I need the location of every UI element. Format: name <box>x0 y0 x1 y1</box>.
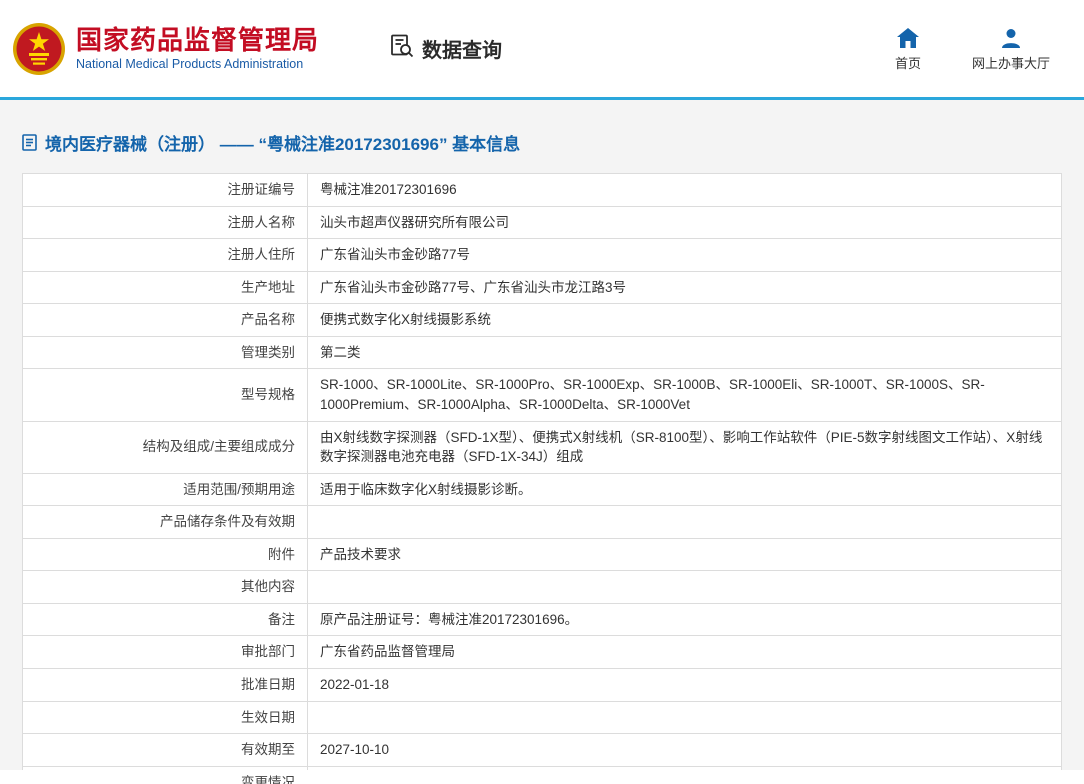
row-value: 汕头市超声仪器研究所有限公司 <box>307 205 1062 240</box>
row-label: 批准日期 <box>22 668 308 702</box>
row-label: 结构及组成/主要组成成分 <box>22 420 308 474</box>
org-name-cn: 国家药品监督管理局 <box>76 24 320 55</box>
row-value: 广东省药品监督管理局 <box>307 635 1062 669</box>
table-row: 备注 原产品注册证号：粤械注准20172301696。 <box>22 602 1062 637</box>
nmpa-emblem-icon <box>12 22 66 76</box>
table-row: 产品名称 便携式数字化X射线摄影系统 <box>22 303 1062 337</box>
user-icon <box>1001 26 1021 48</box>
nav-data-query-label: 数据查询 <box>422 40 503 62</box>
row-value: 粤械注准20172301696 <box>307 173 1062 207</box>
row-value: 由X射线数字探测器（SFD-1X型）、便携式X射线机（SR-8100型）、影响工… <box>307 420 1062 474</box>
org-name-en: National Medical Products Administration <box>76 57 304 72</box>
table-row: 适用范围/预期用途 适用于临床数字化X射线摄影诊断。 <box>22 472 1062 507</box>
row-label: 产品储存条件及有效期 <box>22 505 308 539</box>
nav-service-hall[interactable]: 网上办事大厅 <box>972 26 1050 72</box>
nav-home-label: 首页 <box>894 55 921 71</box>
page-title: 境内医疗器械（注册） —— “粤械注准20172301696” 基本信息 <box>22 130 1062 155</box>
row-value: 广东省汕头市金砂路77号、广东省汕头市龙江路3号 <box>307 270 1062 305</box>
row-label: 产品名称 <box>22 303 308 337</box>
row-value: 2022-01-18 <box>307 668 1062 702</box>
brand[interactable]: 国家药品监督管理局 National Medical Products Admi… <box>12 22 319 76</box>
table-row: 产品储存条件及有效期 <box>22 505 1062 539</box>
row-label: 审批部门 <box>22 635 308 669</box>
row-value: 2027-10-10 <box>307 733 1062 767</box>
row-label: 适用范围/预期用途 <box>22 472 308 507</box>
top-nav: 首页 网上办事大厅 <box>888 26 1050 72</box>
row-label: 注册人住所 <box>22 238 308 272</box>
table-row: 附件 产品技术要求 <box>22 537 1062 572</box>
row-label: 型号规格 <box>22 368 308 422</box>
row-value: 便携式数字化X射线摄影系统 <box>307 303 1062 337</box>
row-label: 有效期至 <box>22 733 308 767</box>
table-row: 结构及组成/主要组成成分 由X射线数字探测器（SFD-1X型）、便携式X射线机（… <box>22 420 1062 474</box>
table-row: 有效期至 2027-10-10 <box>22 733 1062 767</box>
row-label: 生产地址 <box>22 270 308 305</box>
row-value <box>307 570 1062 604</box>
row-value <box>307 700 1062 735</box>
row-label: 注册证编号 <box>22 173 308 207</box>
table-row: 管理类别 第二类 <box>22 335 1062 370</box>
row-value: 适用于临床数字化X射线摄影诊断。 <box>307 472 1062 507</box>
row-label: 注册人名称 <box>22 205 308 240</box>
row-label: 备注 <box>22 602 308 637</box>
table-row: 生产地址 广东省汕头市金砂路77号、广东省汕头市龙江路3号 <box>22 270 1062 305</box>
page-title-text: 境内医疗器械（注册） —— “粤械注准20172301696” 基本信息 <box>45 135 521 154</box>
table-row: 生效日期 <box>22 700 1062 735</box>
document-magnifier-icon <box>389 33 415 65</box>
table-row: 其他内容 <box>22 570 1062 604</box>
org-names: 国家药品监督管理局 National Medical Products Admi… <box>76 24 320 72</box>
table-row: 注册人住所 广东省汕头市金砂路77号 <box>22 238 1062 272</box>
row-value: 广东省汕头市金砂路77号 <box>307 238 1062 272</box>
main-content: 境内医疗器械（注册） —— “粤械注准20172301696” 基本信息 注册证… <box>0 100 1084 784</box>
nav-data-query[interactable]: 数据查询 <box>389 33 502 65</box>
site-header: 国家药品监督管理局 National Medical Products Admi… <box>0 0 1084 97</box>
row-value: 第二类 <box>307 335 1062 370</box>
nav-service-hall-label: 网上办事大厅 <box>971 55 1050 71</box>
document-icon <box>22 134 37 151</box>
home-icon <box>896 26 919 48</box>
table-row: 注册证编号 粤械注准20172301696 <box>22 173 1062 207</box>
row-value: 产品技术要求 <box>307 537 1062 572</box>
row-value: 原产品注册证号：粤械注准20172301696。 <box>307 602 1062 637</box>
registration-info-table: 注册证编号 粤械注准20172301696 注册人名称 汕头市超声仪器研究所有限… <box>22 173 1062 784</box>
footer-strip <box>0 770 1084 784</box>
table-row: 审批部门 广东省药品监督管理局 <box>22 635 1062 669</box>
row-value: SR-1000、SR-1000Lite、SR-1000Pro、SR-1000Ex… <box>307 368 1062 422</box>
table-row: 注册人名称 汕头市超声仪器研究所有限公司 <box>22 205 1062 240</box>
row-label: 附件 <box>22 537 308 572</box>
table-row: 批准日期 2022-01-18 <box>22 668 1062 702</box>
table-row: 型号规格 SR-1000、SR-1000Lite、SR-1000Pro、SR-1… <box>22 368 1062 422</box>
row-label: 生效日期 <box>22 700 308 735</box>
nav-home[interactable]: 首页 <box>888 26 928 72</box>
row-value <box>307 505 1062 539</box>
row-label: 其他内容 <box>22 570 308 604</box>
row-label: 管理类别 <box>22 335 308 370</box>
